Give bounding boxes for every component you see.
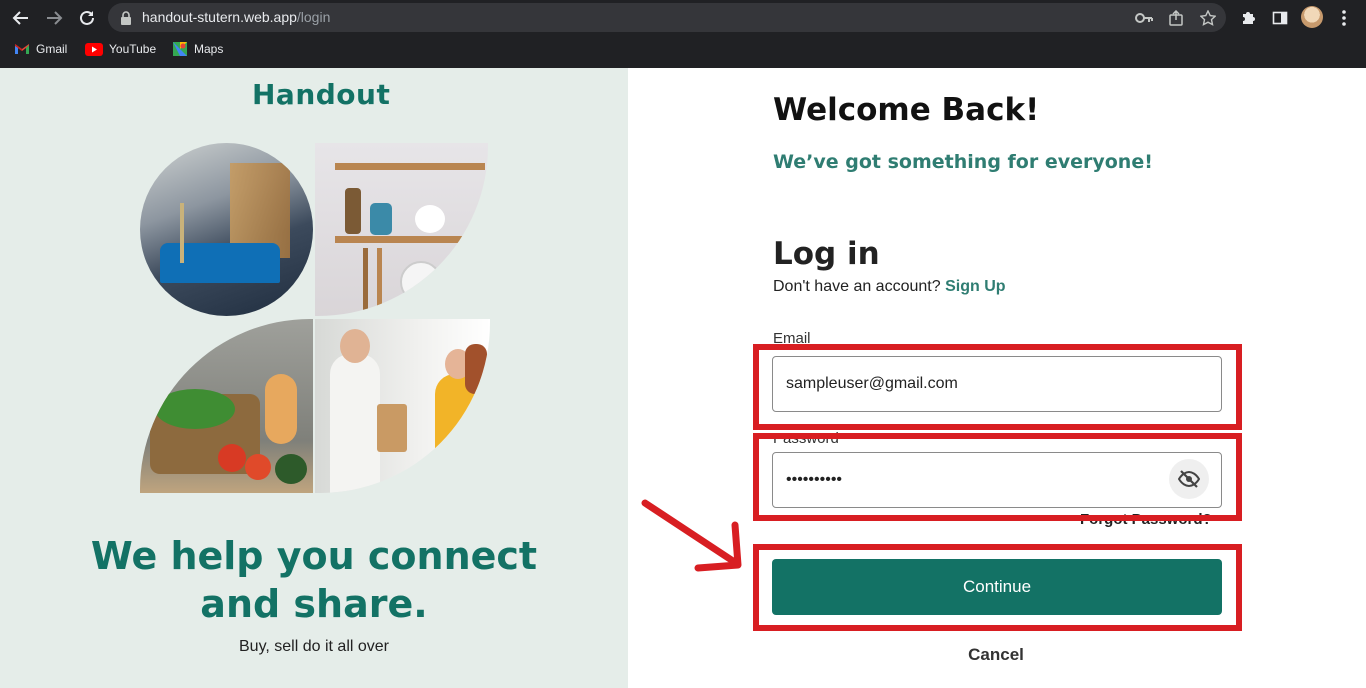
kitchen-photo xyxy=(315,143,488,316)
key-icon[interactable] xyxy=(1134,8,1154,28)
gmail-icon xyxy=(15,44,29,54)
bookmarks-bar: Gmail YouTube Maps xyxy=(0,36,1366,62)
star-icon[interactable] xyxy=(1198,8,1218,28)
signup-prompt: Don't have an account? Sign Up xyxy=(773,278,1006,296)
browser-toolbar: handout-stutern.web.app/login xyxy=(0,0,1366,36)
hero-collage xyxy=(140,143,490,493)
youtube-icon xyxy=(85,42,103,56)
bookmark-label: Gmail xyxy=(36,42,68,56)
highlight-continue xyxy=(753,544,1242,631)
hero-title-line1: We help you connect xyxy=(90,534,538,578)
highlight-email xyxy=(753,344,1242,430)
handout-logo: Handout xyxy=(252,78,391,111)
hero-subtitle: Buy, sell do it all over xyxy=(239,638,389,655)
no-account-text: Don't have an account? xyxy=(773,278,941,295)
lock-icon[interactable] xyxy=(116,8,136,28)
login-heading: Log in xyxy=(773,236,880,272)
tagline: We’ve got something for everyone! xyxy=(773,151,1153,173)
cancel-label: Cancel xyxy=(968,645,1024,664)
extensions-icon[interactable] xyxy=(1236,6,1260,30)
menu-kebab-icon[interactable] xyxy=(1332,6,1356,30)
hero-panel: Handout We help you connect and share. B… xyxy=(0,68,628,688)
vegetables-photo xyxy=(140,319,313,493)
browser-chrome: handout-stutern.web.app/login Gmail YouT… xyxy=(0,0,1366,68)
reload-button[interactable] xyxy=(75,6,99,30)
people-photo xyxy=(315,319,490,493)
side-panel-icon[interactable] xyxy=(1268,6,1292,30)
cancel-link[interactable]: Cancel xyxy=(628,645,1366,665)
bookmark-gmail[interactable]: Gmail xyxy=(14,40,67,58)
maps-icon xyxy=(173,42,187,56)
hero-title: We help you connect and share. xyxy=(0,532,628,628)
highlight-password xyxy=(753,433,1242,521)
bookmark-maps[interactable]: Maps xyxy=(172,40,223,58)
bookmark-youtube[interactable]: YouTube xyxy=(85,40,156,58)
share-icon[interactable] xyxy=(1166,8,1186,28)
welcome-heading: Welcome Back! xyxy=(773,92,1040,128)
bookmark-label: YouTube xyxy=(109,42,157,56)
office-photo xyxy=(140,143,313,316)
forward-button[interactable] xyxy=(42,6,66,30)
profile-avatar[interactable] xyxy=(1301,6,1323,28)
back-button[interactable] xyxy=(9,6,33,30)
url-text: handout-stutern.web.app/login xyxy=(142,9,331,25)
signup-link[interactable]: Sign Up xyxy=(945,278,1005,295)
address-bar[interactable]: handout-stutern.web.app/login xyxy=(108,3,1226,32)
hero-title-line2: and share. xyxy=(200,582,428,626)
bookmark-label: Maps xyxy=(194,42,224,56)
annotation-arrow-icon xyxy=(641,499,742,572)
